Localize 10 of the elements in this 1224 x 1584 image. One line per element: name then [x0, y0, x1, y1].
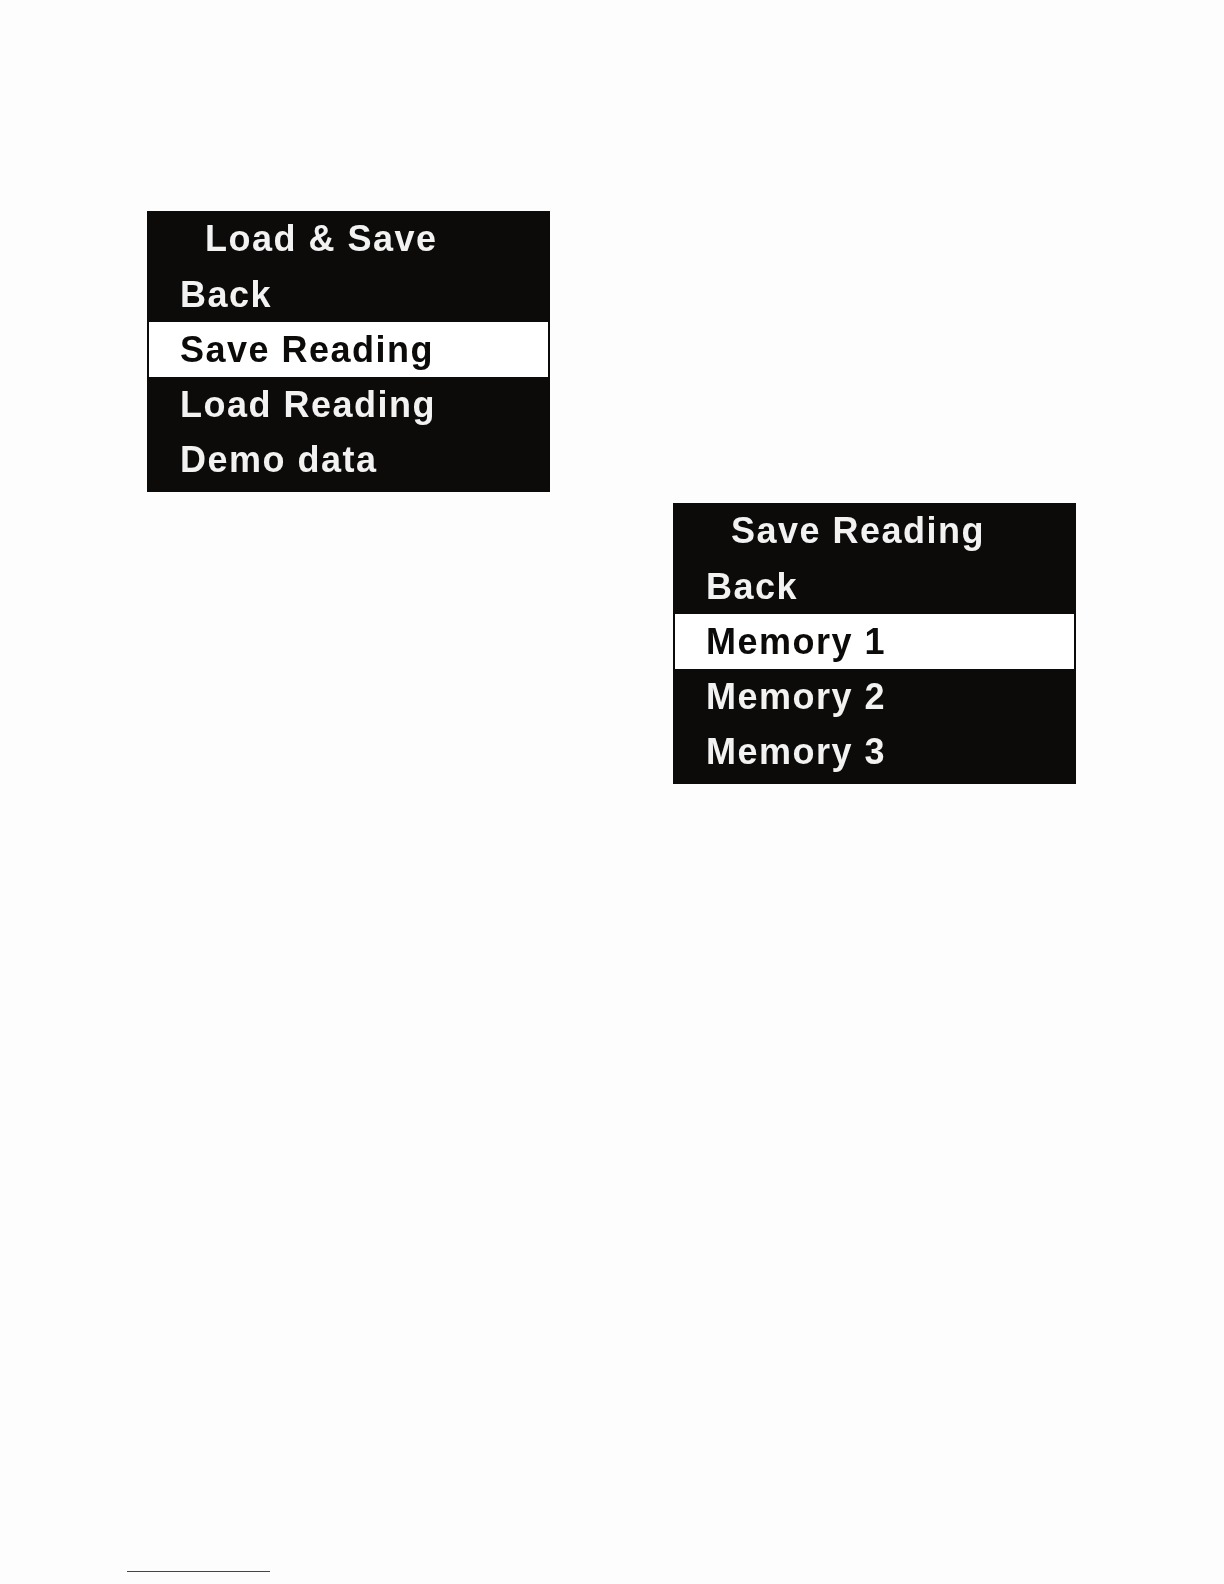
menu-item[interactable]: Load Reading: [149, 377, 548, 432]
menu-item[interactable]: Back: [149, 267, 548, 322]
menu-item[interactable]: Save Reading: [149, 322, 548, 377]
menu-item[interactable]: Memory 2: [675, 669, 1074, 724]
menu-title: Load & Save: [204, 217, 439, 261]
menu-item[interactable]: Memory 3: [675, 724, 1074, 779]
menu-item[interactable]: Memory 1: [675, 614, 1074, 669]
menu-item[interactable]: Demo data: [149, 432, 548, 487]
menu-item[interactable]: Back: [675, 559, 1074, 614]
menu-title: Save Reading: [730, 509, 987, 553]
